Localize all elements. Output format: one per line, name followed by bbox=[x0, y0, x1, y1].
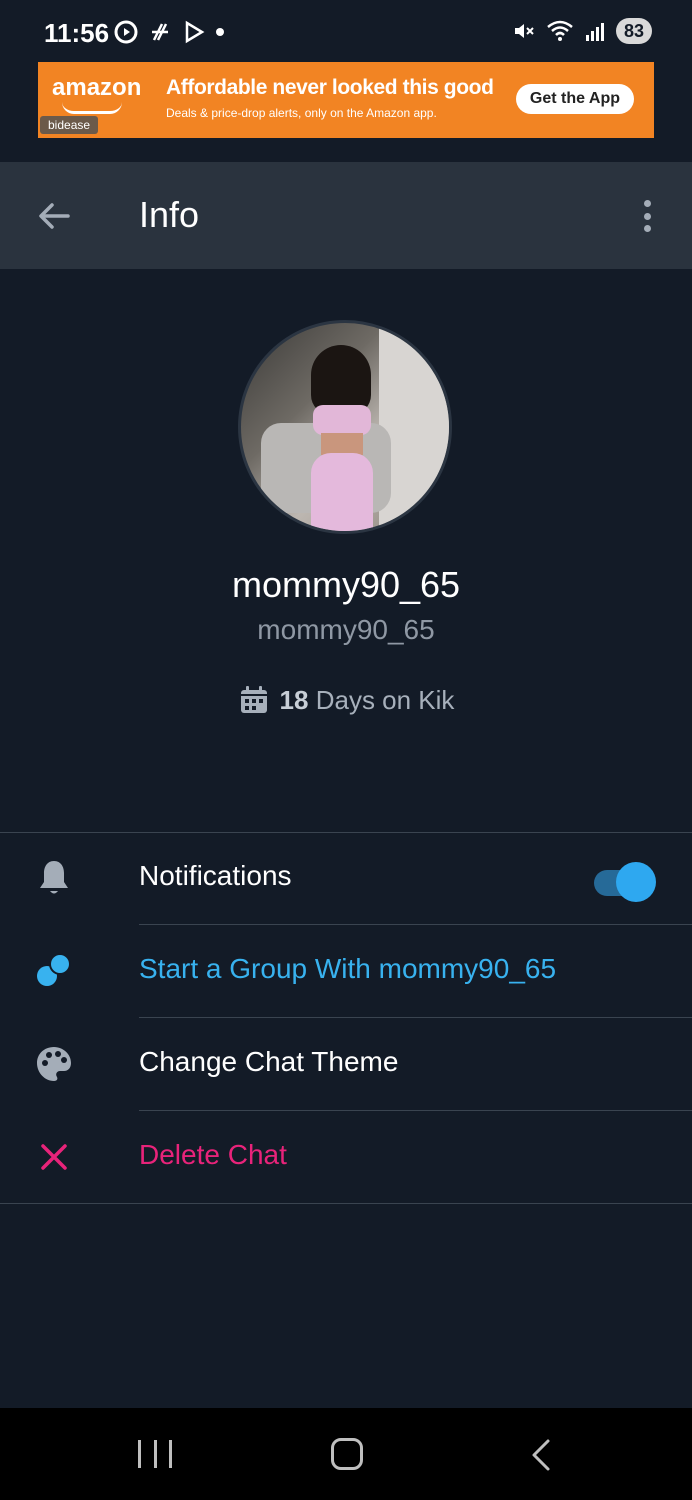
days-label: Days on Kik bbox=[315, 684, 455, 715]
status-icons-left bbox=[114, 20, 224, 44]
record-icon bbox=[114, 20, 138, 44]
back-button[interactable] bbox=[34, 196, 74, 236]
arrow-left-icon bbox=[39, 203, 70, 229]
delete-chat-label: Delete Chat bbox=[139, 1139, 287, 1170]
profile-avatar[interactable] bbox=[238, 320, 452, 534]
nav-back-icon[interactable] bbox=[526, 1438, 556, 1472]
notifications-label: Notifications bbox=[139, 860, 292, 891]
slack-icon bbox=[152, 23, 168, 41]
recents-icon[interactable] bbox=[138, 1440, 172, 1470]
palette-icon bbox=[37, 1047, 71, 1081]
wifi-icon bbox=[547, 20, 573, 41]
ad-cta-button[interactable]: Get the App bbox=[515, 84, 634, 114]
ad-subtext: Deals & price-drop alerts, only on the A… bbox=[166, 106, 437, 120]
status-bar: 11:56 83 bbox=[0, 0, 692, 58]
app-bar: Info bbox=[0, 162, 692, 269]
amazon-smile-icon bbox=[62, 102, 122, 114]
change-theme-row[interactable]: Change Chat Theme bbox=[0, 1018, 692, 1110]
mute-icon bbox=[514, 24, 534, 38]
bell-icon bbox=[40, 861, 68, 894]
close-icon bbox=[41, 1144, 67, 1170]
more-vert-icon bbox=[643, 200, 651, 207]
ad-banner[interactable]: amazon bidease Affordable never looked t… bbox=[38, 62, 654, 138]
delete-chat-row[interactable]: Delete Chat bbox=[0, 1111, 692, 1203]
start-group-row[interactable]: Start a Group With mommy90_65 bbox=[0, 925, 692, 1017]
more-options-button[interactable] bbox=[632, 196, 662, 236]
profile-display-name: mommy90_65 bbox=[231, 564, 461, 605]
ad-headline: Affordable never looked this good bbox=[166, 76, 494, 99]
play-store-icon bbox=[185, 20, 205, 44]
signal-icon bbox=[585, 23, 604, 41]
ad-sponsor-badge: bidease bbox=[40, 116, 99, 134]
dot-icon bbox=[216, 28, 224, 36]
days-count: 18 bbox=[279, 684, 309, 715]
status-icons-right: 83 bbox=[512, 18, 652, 44]
notifications-row[interactable]: Notifications bbox=[0, 832, 692, 924]
group-icon bbox=[37, 953, 71, 986]
status-time: 11:56 bbox=[44, 18, 110, 48]
profile-username: mommy90_65 bbox=[257, 614, 435, 645]
divider bbox=[0, 1203, 692, 1204]
days-on-kik: 18 Days on Kik bbox=[0, 684, 692, 716]
start-group-label: Start a Group With mommy90_65 bbox=[139, 953, 557, 984]
page-title: Info bbox=[139, 194, 200, 235]
home-icon[interactable] bbox=[331, 1438, 363, 1470]
change-theme-label: Change Chat Theme bbox=[139, 1046, 399, 1077]
calendar-icon bbox=[240, 686, 267, 713]
notifications-toggle[interactable] bbox=[594, 862, 656, 902]
ad-brand-logo: amazon bbox=[52, 74, 142, 101]
battery-indicator: 83 bbox=[615, 18, 652, 44]
system-nav-bar bbox=[0, 1408, 692, 1500]
